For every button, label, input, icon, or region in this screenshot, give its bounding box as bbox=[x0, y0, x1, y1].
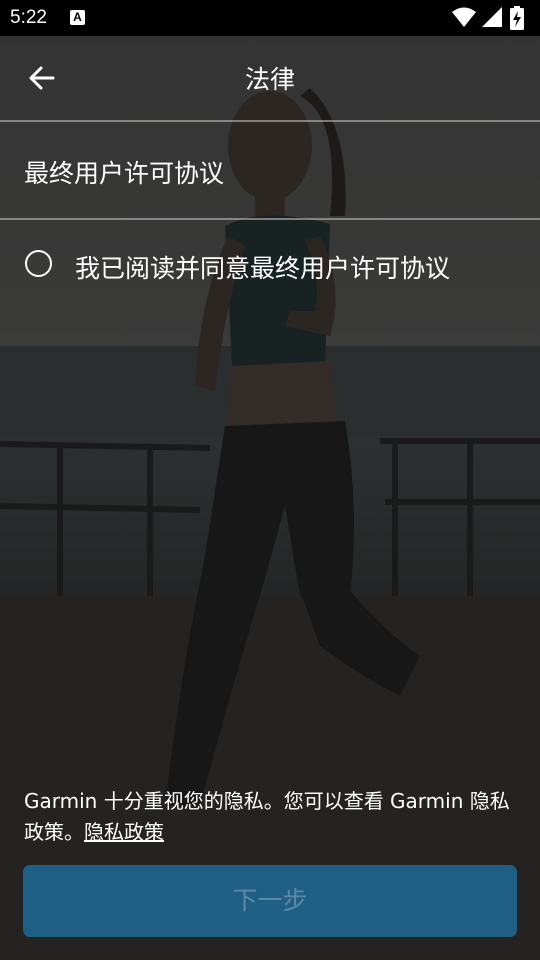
eula-label: 最终用户许可协议 bbox=[24, 159, 225, 188]
page-title: 法律 bbox=[244, 65, 295, 94]
agree-label: 我已阅读并同意最终用户许可协议 bbox=[75, 254, 451, 283]
next-button[interactable]: 下一步 bbox=[23, 865, 517, 937]
status-bar: 5:22 A bbox=[0, 0, 540, 36]
status-icons bbox=[452, 6, 532, 30]
eula-divider bbox=[0, 218, 540, 220]
wifi-icon bbox=[452, 7, 476, 27]
eula-link-row[interactable]: 最终用户许可协议 bbox=[0, 122, 540, 218]
app-header: 法律 bbox=[0, 36, 540, 120]
privacy-policy-link[interactable]: 隐私政策 bbox=[84, 820, 164, 844]
signal-icon bbox=[482, 7, 502, 27]
screen: 5:22 A 法律 最终用户许可协议 我已阅读并同意最终用户许可协议 Garmi… bbox=[0, 0, 540, 960]
agree-radio-button[interactable] bbox=[25, 250, 52, 277]
agree-eula-radio-row[interactable]: 我已阅读并同意最终用户许可协议 bbox=[0, 222, 540, 308]
a-letter-icon: A bbox=[70, 10, 85, 25]
battery-charging-icon bbox=[510, 6, 524, 30]
status-time: 5:22 bbox=[10, 7, 47, 28]
privacy-notice: Garmin 十分重视您的隐私。您可以查看 Garmin 隐私政策。隐私政策 bbox=[24, 786, 524, 848]
a-letter-icon-glyph: A bbox=[73, 10, 82, 24]
